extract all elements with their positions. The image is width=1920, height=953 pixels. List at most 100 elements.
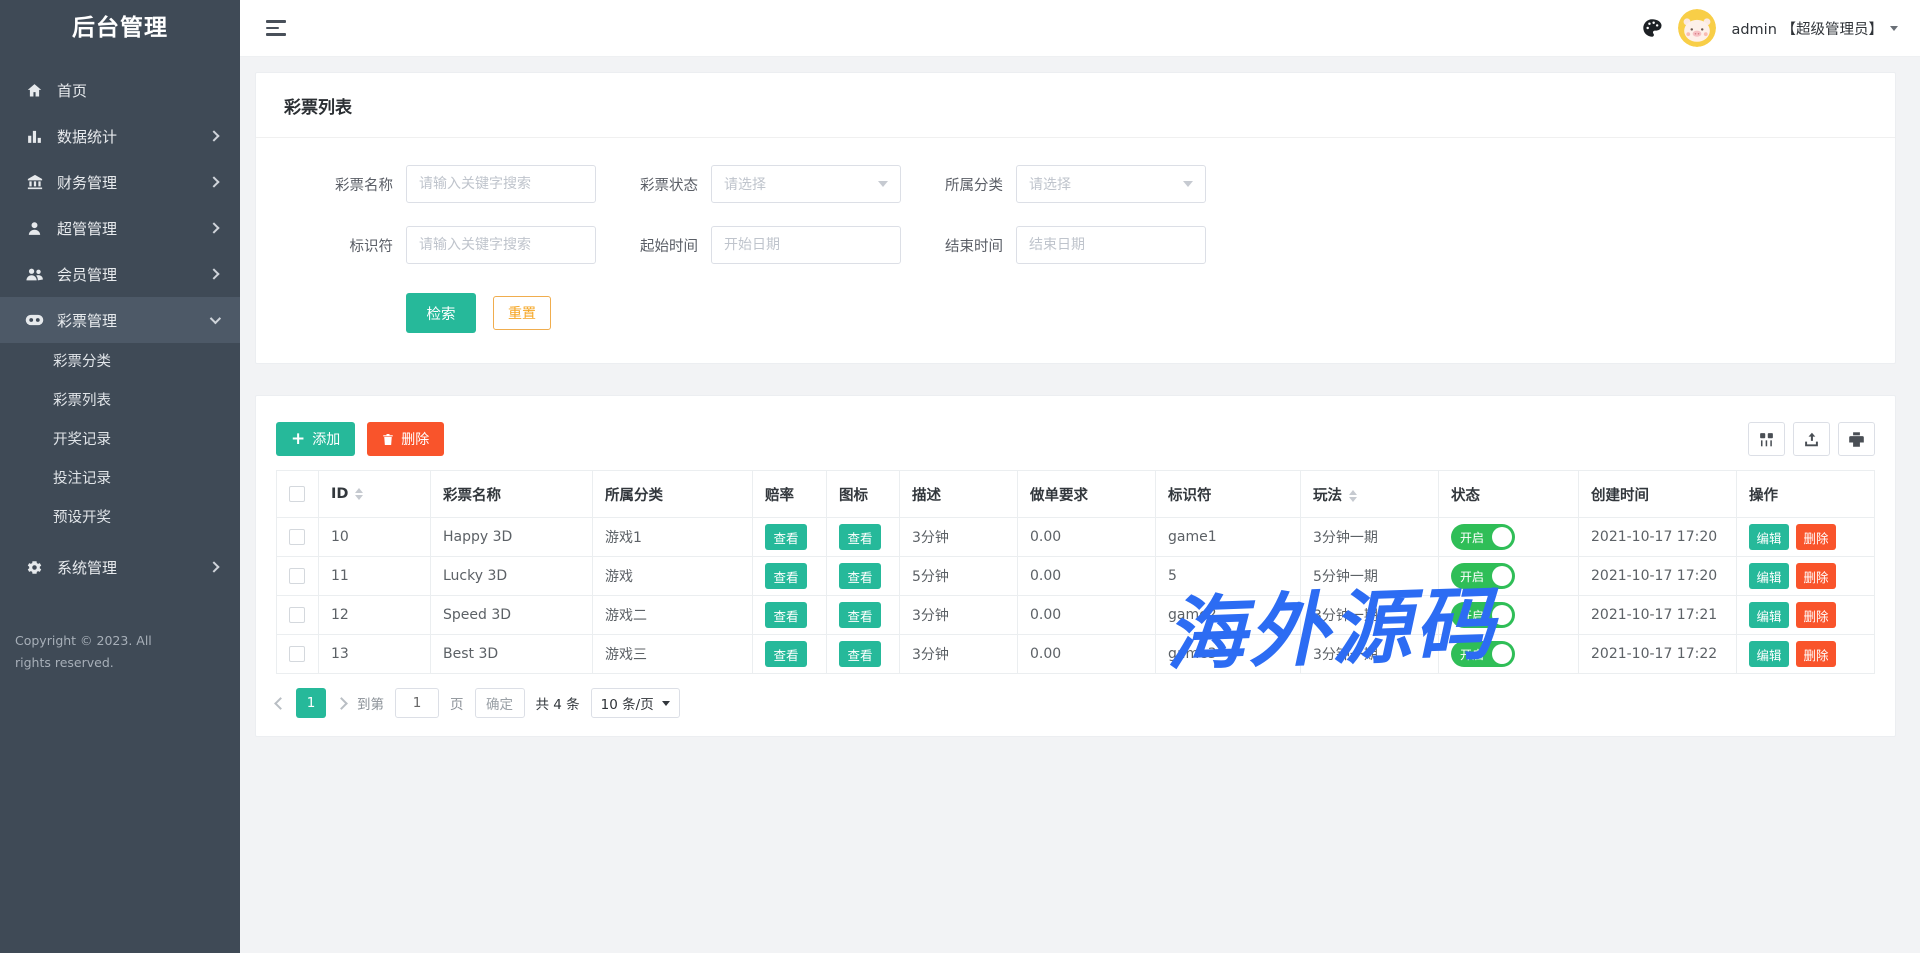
cell-id: 11 — [319, 557, 431, 596]
sidebar-item-statistics[interactable]: 数据统计 — [0, 113, 240, 159]
lottery-status-select[interactable]: 请选择 — [711, 165, 901, 203]
cell-play: 3分钟一期 — [1301, 596, 1439, 635]
sidebar-item-home[interactable]: 首页 — [0, 67, 240, 113]
goto-confirm-button[interactable]: 确定 — [475, 688, 525, 718]
page-title: 彩票列表 — [256, 73, 1895, 138]
toggle-knob-icon — [1492, 605, 1512, 625]
app-title: 后台管理 — [0, 0, 240, 57]
edit-button[interactable]: 编辑 — [1749, 641, 1789, 667]
filter-group-name: 彩票名称 — [313, 165, 618, 203]
delete-button[interactable]: 删除 — [1796, 641, 1836, 667]
print-button[interactable] — [1838, 422, 1875, 456]
bar-chart-icon — [25, 127, 44, 146]
filter-group-identifier: 标识符 — [313, 226, 618, 264]
edit-button[interactable]: 编辑 — [1749, 524, 1789, 550]
cell-name: Happy 3D — [431, 518, 593, 557]
cell-id: 13 — [319, 635, 431, 674]
chevron-right-icon — [208, 130, 219, 141]
chevron-right-icon — [208, 176, 219, 187]
sidebar-item-lottery-list[interactable]: 彩票列表 — [0, 382, 240, 421]
cell-created: 2021-10-17 17:20 — [1579, 518, 1737, 557]
end-date-input[interactable] — [1016, 226, 1206, 264]
col-play[interactable]: 玩法 — [1301, 471, 1439, 518]
col-id[interactable]: ID — [319, 471, 431, 518]
view-icon-button[interactable]: 查看 — [839, 602, 881, 628]
filter-label: 所属分类 — [923, 174, 1003, 195]
sidebar-item-draw-records[interactable]: 开奖记录 — [0, 421, 240, 460]
delete-button[interactable]: 删除 — [1796, 602, 1836, 628]
status-toggle[interactable]: 开启 — [1451, 563, 1515, 589]
sidebar-item-label: 会员管理 — [57, 264, 117, 285]
toggle-columns-button[interactable] — [1748, 422, 1785, 456]
view-odds-button[interactable]: 查看 — [765, 524, 807, 550]
category-select[interactable]: 请选择 — [1016, 165, 1206, 203]
view-icon-button[interactable]: 查看 — [839, 641, 881, 667]
row-checkbox[interactable] — [289, 646, 305, 662]
table-row: 12 Speed 3D 游戏二 查看 查看 3分钟 0.00 game2 3分钟… — [277, 596, 1875, 635]
select-placeholder: 请选择 — [1029, 174, 1071, 194]
identifier-input[interactable] — [406, 226, 596, 264]
sidebar-item-members[interactable]: 会员管理 — [0, 251, 240, 297]
sidebar-menu: 首页 数据统计 财务管理 超管管理 — [0, 67, 240, 590]
row-checkbox[interactable] — [289, 607, 305, 623]
copyright-text: Copyright © 2023. All rights reserved. — [0, 630, 185, 674]
search-button[interactable]: 检索 — [406, 293, 476, 333]
edit-button[interactable]: 编辑 — [1749, 602, 1789, 628]
toggle-knob-icon — [1492, 527, 1512, 547]
row-checkbox[interactable] — [289, 529, 305, 545]
user-menu[interactable]: admin 【超级管理员】 — [1731, 18, 1898, 39]
start-date-input[interactable] — [711, 226, 901, 264]
cell-identifier: game1 — [1156, 518, 1301, 557]
filter-group-category: 所属分类 请选择 — [923, 165, 1228, 203]
sidebar-item-lottery[interactable]: 彩票管理 — [0, 297, 240, 343]
view-icon-button[interactable]: 查看 — [839, 563, 881, 589]
sidebar-item-finance[interactable]: 财务管理 — [0, 159, 240, 205]
status-toggle[interactable]: 开启 — [1451, 524, 1515, 550]
sidebar-item-bet-records[interactable]: 投注记录 — [0, 460, 240, 499]
theme-palette-icon[interactable] — [1641, 17, 1663, 39]
delete-button[interactable]: 删除 — [1796, 524, 1836, 550]
table-row: 11 Lucky 3D 游戏 查看 查看 5分钟 0.00 5 5分钟一期 开启… — [277, 557, 1875, 596]
export-button[interactable] — [1793, 422, 1830, 456]
cell-order-req: 0.00 — [1018, 596, 1156, 635]
col-desc: 描述 — [900, 471, 1018, 518]
page-size-select[interactable]: 10 条/页 — [591, 688, 680, 718]
status-toggle[interactable]: 开启 — [1451, 641, 1515, 667]
sidebar-item-system[interactable]: 系统管理 — [0, 544, 240, 590]
sidebar-item-lottery-category[interactable]: 彩票分类 — [0, 343, 240, 382]
select-all-checkbox[interactable] — [289, 486, 305, 502]
page-number-button[interactable]: 1 — [296, 688, 326, 718]
next-page-icon[interactable] — [335, 697, 348, 710]
sidebar-item-superadmin[interactable]: 超管管理 — [0, 205, 240, 251]
view-odds-button[interactable]: 查看 — [765, 602, 807, 628]
table-header-row: ID 彩票名称 所属分类 赔率 图标 描述 做单要求 标识符 玩法 状态 创建时… — [277, 471, 1875, 518]
lottery-name-input[interactable] — [406, 165, 596, 203]
select-caret-icon — [662, 701, 670, 706]
trash-icon — [382, 433, 394, 446]
delete-button[interactable]: 删除 — [1796, 563, 1836, 589]
cell-desc: 3分钟 — [900, 518, 1018, 557]
user-avatar[interactable] — [1678, 9, 1716, 47]
view-odds-button[interactable]: 查看 — [765, 641, 807, 667]
filter-buttons: 检索 重置 — [313, 293, 1875, 333]
goto-page-input[interactable] — [395, 688, 439, 718]
row-checkbox[interactable] — [289, 568, 305, 584]
reset-button[interactable]: 重置 — [493, 296, 551, 330]
cell-order-req: 0.00 — [1018, 557, 1156, 596]
prev-page-icon[interactable] — [274, 697, 287, 710]
menu-toggle-icon[interactable] — [266, 20, 286, 36]
col-icon: 图标 — [827, 471, 900, 518]
view-icon-button[interactable]: 查看 — [839, 524, 881, 550]
cell-order-req: 0.00 — [1018, 518, 1156, 557]
sidebar-item-preset-draw[interactable]: 预设开奖 — [0, 499, 240, 538]
add-button[interactable]: + 添加 — [276, 422, 355, 456]
cell-identifier: 5 — [1156, 557, 1301, 596]
view-odds-button[interactable]: 查看 — [765, 563, 807, 589]
users-icon — [25, 265, 44, 284]
bulk-delete-button[interactable]: 删除 — [367, 422, 444, 456]
edit-button[interactable]: 编辑 — [1749, 563, 1789, 589]
cell-created: 2021-10-17 17:22 — [1579, 635, 1737, 674]
status-toggle[interactable]: 开启 — [1451, 602, 1515, 628]
cell-category: 游戏三 — [593, 635, 753, 674]
app-root: 后台管理 首页 数据统计 财务管理 — [0, 0, 1920, 953]
